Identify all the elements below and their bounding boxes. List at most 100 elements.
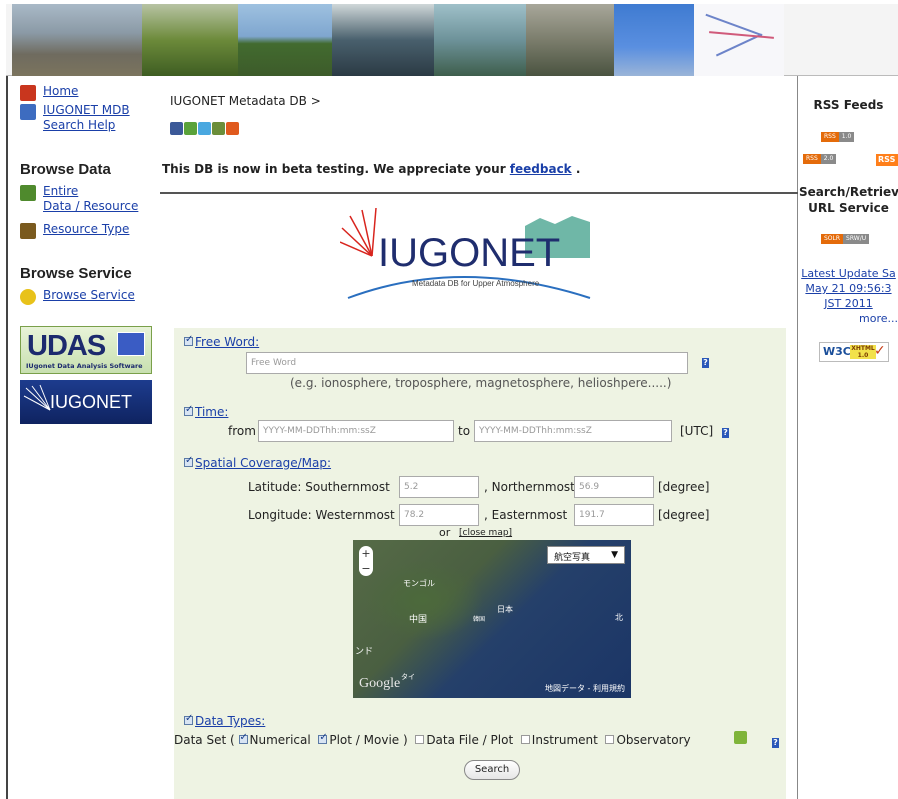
- westernmost-input[interactable]: 78.2: [399, 504, 479, 526]
- help-icon[interactable]: ?: [722, 428, 729, 438]
- latest-update-link[interactable]: Latest Update Sa May 21 09:56:3 JST 2011: [799, 266, 898, 311]
- sidebar-item-home[interactable]: Home: [20, 84, 160, 101]
- data-types-section-label[interactable]: Data Types:: [184, 713, 265, 728]
- breadcrumb: IUGONET Metadata DB >: [170, 94, 321, 108]
- home-link[interactable]: Home: [43, 84, 78, 98]
- time-from-input[interactable]: YYYY-MM-DDThh:mm:ssZ: [258, 420, 454, 442]
- free-word-checkbox[interactable]: [184, 334, 193, 346]
- chevron-down-icon: ▼: [611, 550, 618, 560]
- free-word-input[interactable]: Free Word: [246, 352, 688, 374]
- data-file-plot-checkbox[interactable]: [415, 735, 425, 744]
- bookmark-icon[interactable]: [212, 122, 225, 135]
- map-label: 北: [615, 613, 623, 622]
- feedback-link[interactable]: feedback: [510, 162, 572, 176]
- data-types-row: Data Set ( Numerical Plot / Movie ) Data…: [174, 732, 691, 747]
- data-types-checkbox[interactable]: [184, 713, 193, 725]
- sidebar-item-entire-data[interactable]: Entire Data / Resource: [20, 184, 160, 214]
- iugonet-logo: IUGONET Metadata DB for Upper Atmosphere: [340, 207, 591, 299]
- udas-logo[interactable]: UDAS IUgonet Data Analysis Software: [20, 326, 152, 374]
- easternmost-input[interactable]: 191.7: [574, 504, 654, 526]
- sidebar-item-search-help[interactable]: IUGONET MDB Search Help: [20, 103, 160, 133]
- banner-photo-tower: [614, 4, 694, 76]
- instrument-checkbox[interactable]: [520, 735, 530, 744]
- divider: [160, 192, 798, 194]
- search-retrieve-heading: Search/Retriev URL Service: [799, 185, 898, 215]
- banner-photo-facility: [526, 4, 614, 76]
- map-terms-link[interactable]: 地図データ - 利用規約: [545, 683, 625, 694]
- beta-notice: This DB is now in beta testing. We appre…: [162, 162, 581, 176]
- spatial-section-label[interactable]: Spatial Coverage/Map:: [184, 455, 331, 470]
- southernmost-input[interactable]: 5.2: [399, 476, 479, 498]
- more-link[interactable]: more...: [859, 312, 898, 325]
- filter-icon[interactable]: [734, 731, 747, 744]
- search-button[interactable]: Search: [464, 760, 520, 780]
- facebook-icon[interactable]: [170, 122, 183, 135]
- northernmost-input[interactable]: 56.9: [574, 476, 654, 498]
- add-share-icon[interactable]: [226, 122, 239, 135]
- banner-photo-network-map: [694, 4, 784, 76]
- sidebar-item-browse-service[interactable]: Browse Service: [20, 288, 160, 305]
- left-border: [6, 76, 8, 799]
- easternmost-label: , Easternmost: [484, 508, 568, 522]
- twitter-icon[interactable]: [198, 122, 211, 135]
- delicious-icon[interactable]: [184, 122, 197, 135]
- time-from-label: from: [228, 424, 256, 438]
- time-section-label[interactable]: Time:: [184, 404, 228, 419]
- database-icon: [20, 185, 36, 201]
- sidebar-item-resource-type[interactable]: Resource Type: [20, 222, 160, 239]
- w3c-xhtml-badge[interactable]: W3C XHTML 1.0 ✓: [819, 342, 889, 362]
- latitude-label: Latitude: Southernmost: [248, 480, 390, 494]
- iugonet-logo-subtitle: Metadata DB for Upper Atmosphere: [412, 279, 540, 288]
- rss-1-badge[interactable]: RSS 1.0: [819, 132, 856, 142]
- browse-service-link[interactable]: Browse Service: [43, 288, 135, 302]
- share-icons: [170, 120, 240, 135]
- map-label: 日本: [497, 605, 513, 614]
- help-icon[interactable]: ?: [702, 358, 709, 368]
- spatial-checkbox[interactable]: [184, 455, 193, 467]
- map-label: 中国: [409, 615, 428, 625]
- map-view[interactable]: + − 航空写真 ▼ モンゴル 中国 韓国 日本 北 ンド タイ Google 地…: [353, 540, 631, 698]
- free-word-hint: (e.g. ionosphere, troposphere, magnetosp…: [290, 376, 672, 390]
- time-to-input[interactable]: YYYY-MM-DDThh:mm:ssZ: [474, 420, 672, 442]
- magnifier-icon: [20, 104, 36, 120]
- sidebar: Home IUGONET MDB Search Help Browse Data…: [20, 84, 160, 305]
- iugonet-logo-title: IUGONET: [378, 231, 560, 275]
- time-checkbox[interactable]: [184, 404, 193, 416]
- longitude-label: Longitude: Westernmost: [248, 508, 395, 522]
- rss-icon[interactable]: RSS: [876, 154, 898, 166]
- map-label: タイ: [401, 673, 415, 681]
- header-banner: [6, 4, 898, 76]
- resource-type-link[interactable]: Resource Type: [43, 222, 129, 236]
- search-form: Free Word: Free Word ? (e.g. ionosphere,…: [174, 328, 786, 799]
- checkmark-icon: ✓: [874, 343, 886, 359]
- banner-photo-observatory: [434, 4, 526, 76]
- observatory-checkbox[interactable]: [605, 735, 615, 744]
- northernmost-label: , Northernmost: [484, 480, 575, 494]
- banner-photo-telescope: [332, 4, 434, 76]
- rss-heading: RSS Feeds: [813, 98, 884, 112]
- browse-service-heading: Browse Service: [20, 265, 132, 282]
- map-label: 韓国: [473, 616, 486, 623]
- numerical-checkbox[interactable]: [238, 732, 248, 744]
- close-map-link[interactable]: [close map]: [459, 528, 512, 538]
- time-unit: [UTC]: [680, 424, 714, 438]
- iugonet-banner-logo[interactable]: IUGONET: [20, 380, 152, 424]
- free-word-section-label[interactable]: Free Word:: [184, 334, 259, 349]
- map-label: ンド: [355, 647, 374, 657]
- banner-photo-radar-field: [12, 4, 142, 76]
- entire-data-link[interactable]: Entire Data / Resource: [43, 184, 138, 213]
- filter-icon: [20, 223, 36, 239]
- rss-2-badge[interactable]: RSS 2.0: [801, 154, 838, 164]
- waveform-icon: [117, 332, 145, 356]
- browse-data-heading: Browse Data: [20, 161, 111, 178]
- plot-movie-checkbox[interactable]: [318, 732, 328, 744]
- zoom-control[interactable]: + −: [359, 546, 373, 576]
- help-icon[interactable]: ?: [772, 738, 779, 748]
- banner-photo-antenna: [142, 4, 238, 76]
- map-type-select[interactable]: 航空写真 ▼: [547, 546, 625, 564]
- time-to-label: to: [458, 424, 471, 438]
- srw-badge[interactable]: SOLR SRW/U: [819, 234, 871, 244]
- map-label: モンゴル: [403, 579, 435, 588]
- globe-icon: [20, 289, 36, 305]
- search-help-link[interactable]: IUGONET MDB Search Help: [43, 103, 130, 132]
